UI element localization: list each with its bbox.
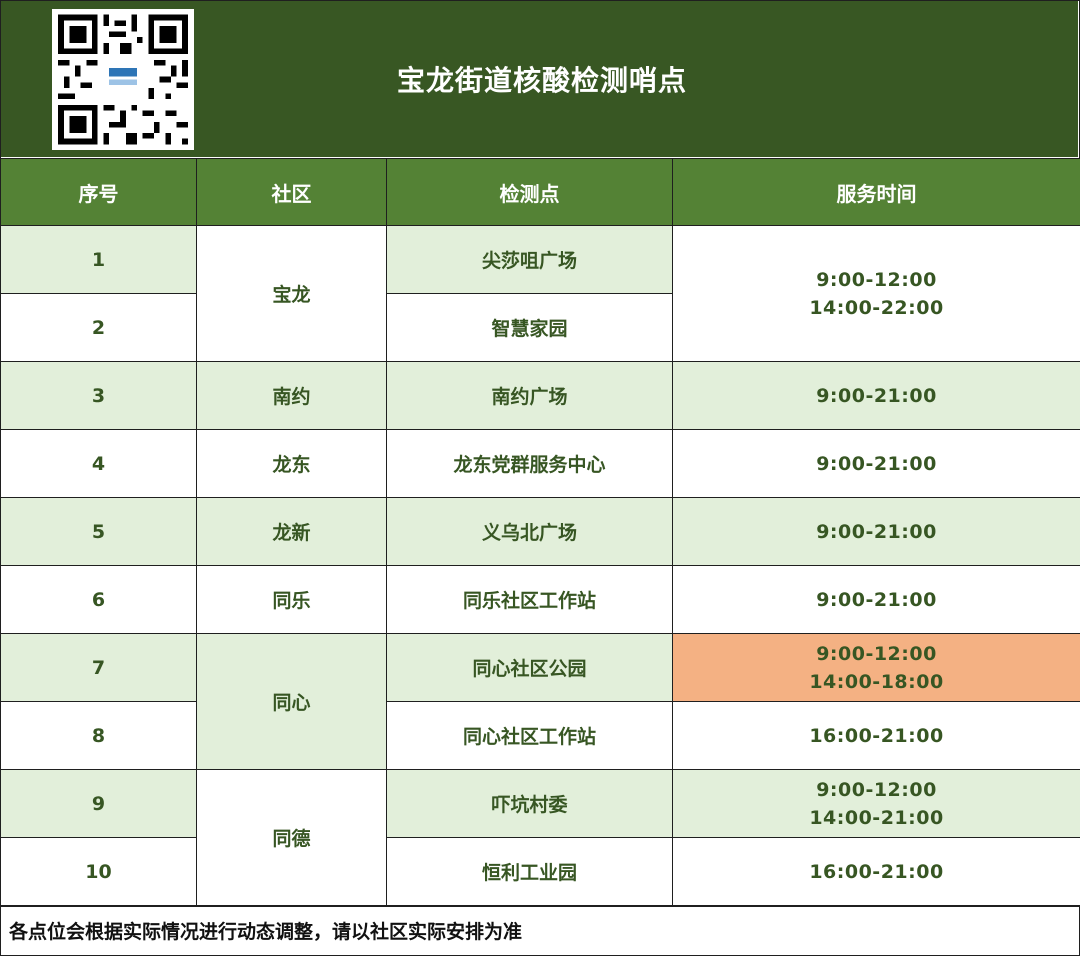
- row-site: 龙东党群服务中心: [386, 429, 673, 498]
- header-hours: 服务时间: [672, 158, 1080, 226]
- hours-line: 9:00-12:00: [816, 268, 937, 291]
- hours-line: 9:00-12:00: [816, 778, 937, 801]
- table-row: 8 同心社区工作站 16:00-21:00: [0, 701, 1080, 770]
- row-hours: 9:00-21:00: [672, 429, 1080, 498]
- header-site: 检测点: [386, 158, 673, 226]
- row-index: 6: [0, 565, 197, 634]
- row-site: 吓坑村委: [386, 769, 673, 838]
- row-index: 1: [0, 225, 197, 294]
- table-row: 4 龙东 龙东党群服务中心 9:00-21:00: [0, 429, 1080, 498]
- row-community: 南约: [196, 361, 387, 430]
- row-hours: 16:00-21:00: [672, 837, 1080, 906]
- row-index: 3: [0, 361, 197, 430]
- row-index: 5: [0, 497, 197, 566]
- row-index: 8: [0, 701, 197, 770]
- hours-line: 9:00-12:00: [816, 642, 937, 665]
- row-index: 9: [0, 769, 197, 838]
- testing-sites-table: 序号 社区 检测点 服务时间 1 宝龙 尖莎咀广场 9:00-12:00 14:…: [0, 158, 1080, 906]
- row-hours: 9:00-21:00: [672, 497, 1080, 566]
- row-site: 智慧家园: [386, 293, 673, 362]
- page-title: 宝龙街道核酸检测哨点: [396, 64, 687, 97]
- hours-line: 14:00-21:00: [809, 806, 944, 829]
- row-site: 南约广场: [386, 361, 673, 430]
- row-community: 宝龙: [196, 225, 387, 362]
- qr-code-icon: [52, 9, 194, 150]
- row-hours: 9:00-21:00: [672, 565, 1080, 634]
- row-site: 尖莎咀广场: [386, 225, 673, 294]
- table-row: 9 同德 吓坑村委 9:00-12:00 14:00-21:00: [0, 769, 1080, 906]
- row-community: 龙东: [196, 429, 387, 498]
- row-hours: 9:00-12:00 14:00-22:00: [672, 225, 1080, 362]
- row-community: 同德: [196, 769, 387, 906]
- row-community: 龙新: [196, 497, 387, 566]
- hours-line: 14:00-22:00: [809, 296, 944, 319]
- row-community: 同乐: [196, 565, 387, 634]
- row-hours: 9:00-21:00: [672, 361, 1080, 430]
- table-row: 7 同心 同心社区公园 9:00-12:00 14:00-18:00: [0, 633, 1080, 770]
- row-community: 同心: [196, 633, 387, 770]
- header-community: 社区: [196, 158, 387, 226]
- hours-line: 14:00-18:00: [809, 670, 944, 693]
- row-hours: 9:00-12:00 14:00-21:00: [672, 769, 1080, 838]
- table-row: 10 恒利工业园 16:00-21:00: [0, 837, 1080, 906]
- row-index: 7: [0, 633, 197, 702]
- table-header-row: 序号 社区 检测点 服务时间: [0, 158, 1080, 226]
- row-index: 2: [0, 293, 197, 362]
- row-index: 4: [0, 429, 197, 498]
- table-row: 1 宝龙 尖莎咀广场 9:00-12:00 14:00-22:00: [0, 225, 1080, 362]
- row-hours-highlighted: 9:00-12:00 14:00-18:00: [672, 633, 1080, 702]
- row-site: 同心社区公园: [386, 633, 673, 702]
- table-row: 3 南约 南约广场 9:00-21:00: [0, 361, 1080, 430]
- row-site: 义乌北广场: [386, 497, 673, 566]
- row-index: 10: [0, 837, 197, 906]
- header-index: 序号: [0, 158, 197, 226]
- row-site: 同心社区工作站: [386, 701, 673, 770]
- row-site: 同乐社区工作站: [386, 565, 673, 634]
- banner: 宝龙街道核酸检测哨点: [1, 1, 1078, 157]
- table-row: 5 龙新 义乌北广场 9:00-21:00: [0, 497, 1080, 566]
- footer-note: 各点位会根据实际情况进行动态调整，请以社区实际安排为准: [9, 921, 523, 943]
- row-site: 恒利工业园: [386, 837, 673, 906]
- table-row: 6 同乐 同乐社区工作站 9:00-21:00: [0, 565, 1080, 634]
- row-hours: 16:00-21:00: [672, 701, 1080, 770]
